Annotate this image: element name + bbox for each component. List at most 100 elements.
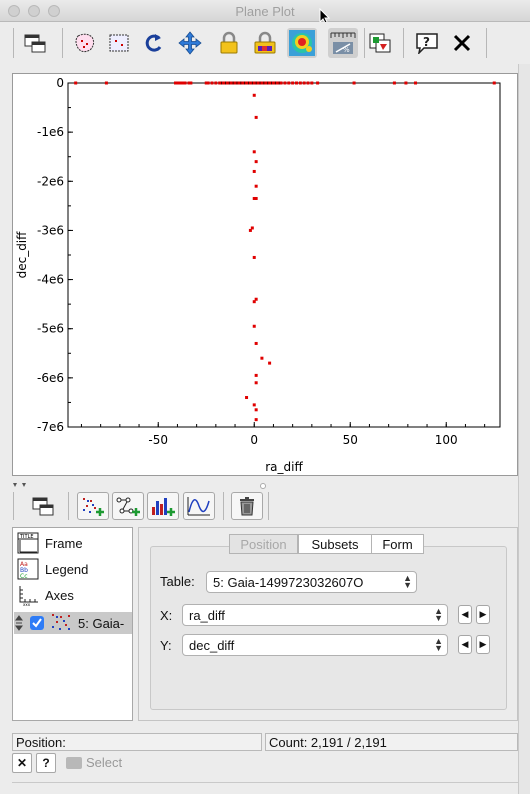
layer-tree: TITLE Frame Aa Bb Cc Legend xxx Axes 5: Ga… bbox=[12, 527, 133, 721]
add-pair-layer-icon[interactable] bbox=[112, 492, 144, 520]
data-point bbox=[291, 81, 295, 85]
data-point bbox=[254, 408, 258, 412]
x-expression-field[interactable]: ra_diff ▲ ▼ bbox=[182, 604, 448, 626]
y-axis-label: dec_diff bbox=[15, 231, 29, 279]
data-point bbox=[392, 81, 396, 85]
y-tick-label: -3e6 bbox=[37, 223, 64, 237]
y-tick-label: -5e6 bbox=[37, 322, 64, 336]
axis-lock-icon[interactable] bbox=[214, 28, 244, 58]
svg-text:%: % bbox=[343, 46, 350, 54]
chevron-updown-icon[interactable]: ▲ ▼ bbox=[434, 637, 443, 653]
clear-icon[interactable]: ✕ bbox=[12, 753, 32, 773]
tab-form[interactable]: Form bbox=[371, 534, 424, 554]
split-pane-divider[interactable] bbox=[12, 478, 518, 489]
close-icon[interactable] bbox=[447, 28, 477, 58]
x-axis-label: ra_diff bbox=[265, 460, 303, 474]
tree-item-axes[interactable]: xxx Axes bbox=[17, 584, 74, 606]
data-point bbox=[254, 115, 258, 119]
data-point bbox=[352, 81, 356, 85]
y-previous-button[interactable]: ◀ bbox=[458, 635, 472, 654]
data-point bbox=[260, 81, 264, 85]
help-icon[interactable]: ? bbox=[412, 28, 442, 58]
add-position-layer-icon[interactable] bbox=[77, 492, 109, 520]
drag-handle-icon[interactable] bbox=[14, 615, 24, 631]
data-point bbox=[298, 81, 302, 85]
data-point bbox=[74, 81, 78, 85]
data-point bbox=[218, 81, 222, 85]
data-point bbox=[254, 341, 258, 345]
plot-panel[interactable]: -50 0 50 100 0 -1e6 -2e6 -3e6 -4e6 -5e6 -6e6 -7e6 … bbox=[12, 73, 518, 476]
table-select-value: 5: Gaia-1499723032607O bbox=[213, 574, 364, 590]
x-previous-button[interactable]: ◀ bbox=[458, 605, 472, 624]
chevron-updown-icon[interactable]: ▲ ▼ bbox=[434, 607, 443, 623]
data-point bbox=[254, 418, 258, 422]
y-tick-label: 0 bbox=[56, 76, 64, 90]
data-point bbox=[210, 81, 214, 85]
tree-item-frame[interactable]: TITLE Frame bbox=[17, 532, 83, 554]
data-point bbox=[316, 81, 320, 85]
legend-icon[interactable]: % bbox=[328, 28, 358, 58]
data-point bbox=[252, 169, 256, 173]
tab-subsets[interactable]: Subsets bbox=[298, 534, 372, 554]
data-point bbox=[248, 81, 252, 85]
aux-lock-icon[interactable] bbox=[250, 28, 280, 58]
y-tick-label: -4e6 bbox=[37, 273, 64, 287]
window-title: Plane Plot bbox=[235, 4, 295, 19]
export-icon[interactable] bbox=[365, 28, 395, 58]
heatmap-icon[interactable] bbox=[287, 28, 317, 58]
select-button[interactable]: Select bbox=[66, 755, 122, 770]
delete-layer-icon[interactable] bbox=[231, 492, 263, 520]
count-status: Count: 2,191 / 2,191 bbox=[265, 733, 518, 751]
x-label: X: bbox=[160, 608, 173, 623]
data-point bbox=[254, 381, 258, 385]
tree-item-layer-5[interactable]: 5: Gaia- bbox=[14, 612, 132, 634]
position-status: Position: bbox=[12, 733, 262, 751]
data-point bbox=[237, 81, 241, 85]
y-tick-label: -1e6 bbox=[37, 125, 64, 139]
y-tick-label: -7e6 bbox=[37, 420, 64, 434]
x-tick-label: 50 bbox=[343, 433, 358, 447]
tab-position[interactable]: Position bbox=[229, 534, 298, 554]
add-histogram-layer-icon[interactable] bbox=[147, 492, 179, 520]
data-point bbox=[183, 81, 187, 85]
tree-item-legend[interactable]: Aa Bb Cc Legend bbox=[17, 558, 88, 580]
scatter-plot[interactable]: -50 0 50 100 0-1e6-2e6-3e6-4e6-5e6-6e6-7e6 … bbox=[13, 74, 517, 475]
y-next-button[interactable]: ▶ bbox=[476, 635, 490, 654]
tree-item-label: Legend bbox=[45, 561, 89, 577]
y-expression-field[interactable]: dec_diff ▲ ▼ bbox=[182, 634, 448, 656]
toolbar-separator bbox=[62, 28, 63, 58]
layer-visible-checkbox[interactable] bbox=[30, 616, 44, 630]
y-tick-label: -2e6 bbox=[37, 174, 64, 188]
data-point bbox=[252, 81, 256, 85]
toolbar-separator bbox=[268, 492, 269, 520]
data-point bbox=[245, 81, 249, 85]
add-function-layer-icon[interactable] bbox=[183, 492, 215, 520]
data-point bbox=[104, 81, 108, 85]
layer-window-icon[interactable] bbox=[27, 492, 59, 520]
data-point bbox=[214, 81, 218, 85]
x-next-button[interactable]: ▶ bbox=[476, 605, 490, 624]
axes-icon: xxx bbox=[17, 584, 39, 606]
table-select[interactable]: 5: Gaia-1499723032607O ▲ ▼ bbox=[206, 571, 417, 593]
data-point bbox=[283, 81, 287, 85]
window-icon[interactable] bbox=[20, 28, 50, 58]
chevron-updown-icon: ▲ ▼ bbox=[403, 573, 412, 590]
x-expression-value: ra_diff bbox=[189, 607, 225, 623]
data-point bbox=[252, 150, 256, 154]
data-point bbox=[252, 93, 256, 97]
data-point bbox=[260, 356, 264, 360]
select-label: Select bbox=[86, 755, 123, 770]
data-point bbox=[302, 81, 306, 85]
data-point bbox=[248, 228, 252, 232]
data-point bbox=[279, 81, 283, 85]
help-icon[interactable]: ? bbox=[36, 753, 56, 773]
toolbar-separator bbox=[68, 492, 69, 520]
region-subset-icon[interactable] bbox=[104, 28, 134, 58]
blob-subset-icon[interactable] bbox=[70, 28, 100, 58]
replot-icon[interactable] bbox=[139, 28, 169, 58]
data-point bbox=[310, 81, 314, 85]
background-window-edge bbox=[518, 22, 530, 794]
navigate-icon[interactable] bbox=[175, 28, 205, 58]
svg-text:?: ? bbox=[423, 35, 430, 49]
tree-item-label: 5: Gaia- bbox=[78, 615, 125, 631]
